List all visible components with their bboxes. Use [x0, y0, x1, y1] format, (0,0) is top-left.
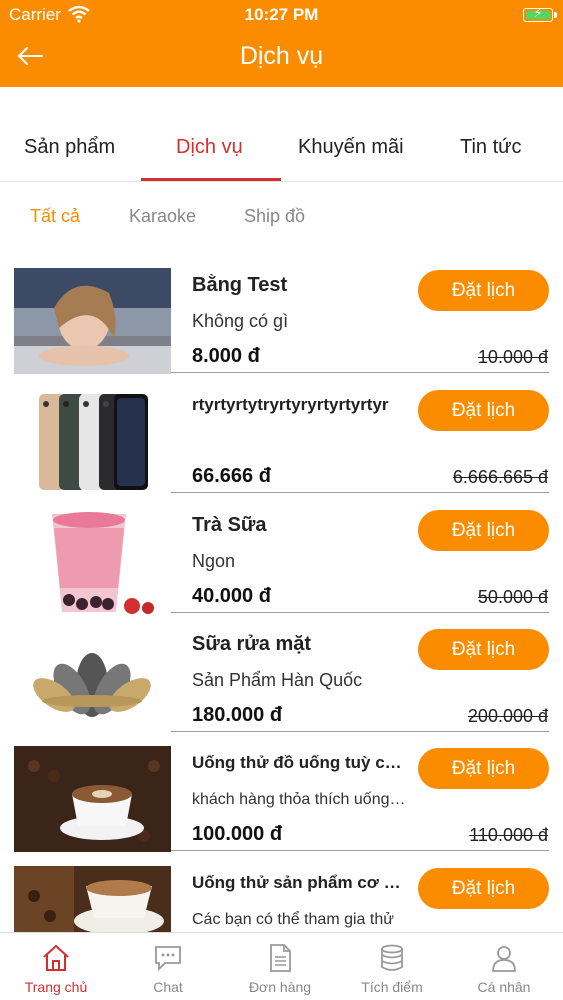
tab-label: Chat — [153, 979, 183, 995]
item-price: 100.000 đ — [192, 823, 283, 845]
category-tabs: Sản phẩm Dịch vụ Khuyến mãi Tin tức — [0, 118, 563, 182]
list-item[interactable]: Trà Sữa Ngon 40.000 đ 50.000 đ Đặt lịch — [0, 493, 563, 614]
nav-bar: Dịch vụ — [0, 30, 563, 87]
item-image — [14, 746, 171, 852]
item-description: Các bạn có thể tham gia thử — [192, 911, 394, 928]
tab-dich-vu[interactable]: Dịch vụ — [176, 136, 243, 159]
item-price: 180.000 đ — [192, 704, 283, 726]
item-name: Sữa rửa mặt — [192, 633, 312, 655]
list-item[interactable]: Sữa rửa mặt Sản Phẩm Hàn Quốc 180.000 đ … — [0, 612, 563, 733]
tab-label: Đơn hàng — [248, 979, 312, 995]
filter-tat-ca[interactable]: Tất cả — [30, 206, 80, 227]
item-old-price: 110.000 đ — [469, 825, 548, 845]
tab-khuyen-mai[interactable]: Khuyến mãi — [298, 136, 404, 159]
item-image — [14, 388, 171, 494]
item-description: khách hàng thỏa thích uống thử — [192, 791, 406, 808]
item-image — [14, 268, 171, 374]
active-tab-indicator — [141, 178, 281, 181]
list-item[interactable]: rtyrtyrtytryrtyryrtyrtyrtyr 66.666 đ 6.6… — [0, 373, 563, 494]
app-header: Carrier 10:27 PM ⚡ Dịch vụ — [0, 0, 563, 87]
filter-karaoke[interactable]: Karaoke — [129, 206, 196, 227]
item-old-price: 200.000 đ — [467, 706, 548, 726]
item-price: 66.666 đ — [192, 465, 271, 487]
book-button[interactable]: Đặt lịch — [418, 868, 549, 909]
item-name: Uống thử sản phẩm cơ bản — [192, 873, 406, 892]
home-icon — [41, 943, 71, 973]
item-description: Sản Phẩm Hàn Quốc — [192, 670, 363, 690]
database-icon — [377, 943, 407, 973]
item-old-price: 10.000 đ — [477, 347, 548, 367]
list-item[interactable]: Bằng Test Không có gì 8.000 đ 10.000 đ Đ… — [0, 253, 563, 374]
clock: 10:27 PM — [244, 5, 319, 24]
book-button[interactable]: Đặt lịch — [418, 270, 549, 311]
item-price: 40.000 đ — [192, 585, 271, 607]
item-description: Không có gì — [192, 311, 289, 331]
tab-ca-nhan[interactable]: Cá nhân — [448, 933, 560, 1000]
item-name: rtyrtyrtytryrtyryrtyrtyrtyr — [192, 395, 389, 414]
item-image — [14, 508, 171, 614]
book-button[interactable]: Đặt lịch — [418, 390, 549, 431]
tab-san-pham[interactable]: Sản phẩm — [24, 136, 115, 159]
chat-icon — [153, 943, 183, 973]
item-name: Uống thử đồ uống tuỳ chọn — [192, 753, 406, 772]
item-price: 8.000 đ — [192, 345, 260, 367]
book-button[interactable]: Đặt lịch — [418, 748, 549, 789]
filter-ship-do[interactable]: Ship đồ — [244, 206, 305, 227]
book-button[interactable]: Đặt lịch — [418, 629, 549, 670]
status-bar: Carrier 10:27 PM ⚡ — [0, 0, 563, 30]
list-item[interactable]: Uống thử đồ uống tuỳ chọn khách hàng thỏ… — [0, 731, 563, 852]
item-image — [14, 627, 171, 733]
tab-chat[interactable]: Chat — [112, 933, 224, 1000]
user-icon — [489, 943, 519, 973]
tab-label: Tích điểm — [361, 979, 423, 995]
document-icon — [265, 943, 295, 973]
page-title: Dịch vụ — [239, 42, 324, 70]
item-old-price: 6.666.665 đ — [452, 467, 548, 487]
tab-label: Cá nhân — [477, 979, 531, 995]
item-name: Trà Sữa — [192, 514, 267, 536]
item-name: Bằng Test — [192, 274, 288, 296]
tab-trang-chu[interactable]: Trang chủ — [0, 933, 112, 1000]
battery-icon: ⚡ — [523, 6, 557, 22]
tab-tin-tuc[interactable]: Tin tức — [460, 136, 522, 159]
item-old-price: 50.000 đ — [477, 587, 548, 607]
tab-tich-diem[interactable]: Tích điểm — [336, 933, 448, 1000]
tab-label: Trang chủ — [24, 979, 88, 995]
tab-don-hang[interactable]: Đơn hàng — [224, 933, 336, 1000]
book-button[interactable]: Đặt lịch — [418, 510, 549, 551]
item-description: Ngon — [192, 551, 236, 571]
bottom-tab-bar: Trang chủ Chat Đơn hàng Tích điểm Cá nhâ… — [0, 932, 563, 1000]
